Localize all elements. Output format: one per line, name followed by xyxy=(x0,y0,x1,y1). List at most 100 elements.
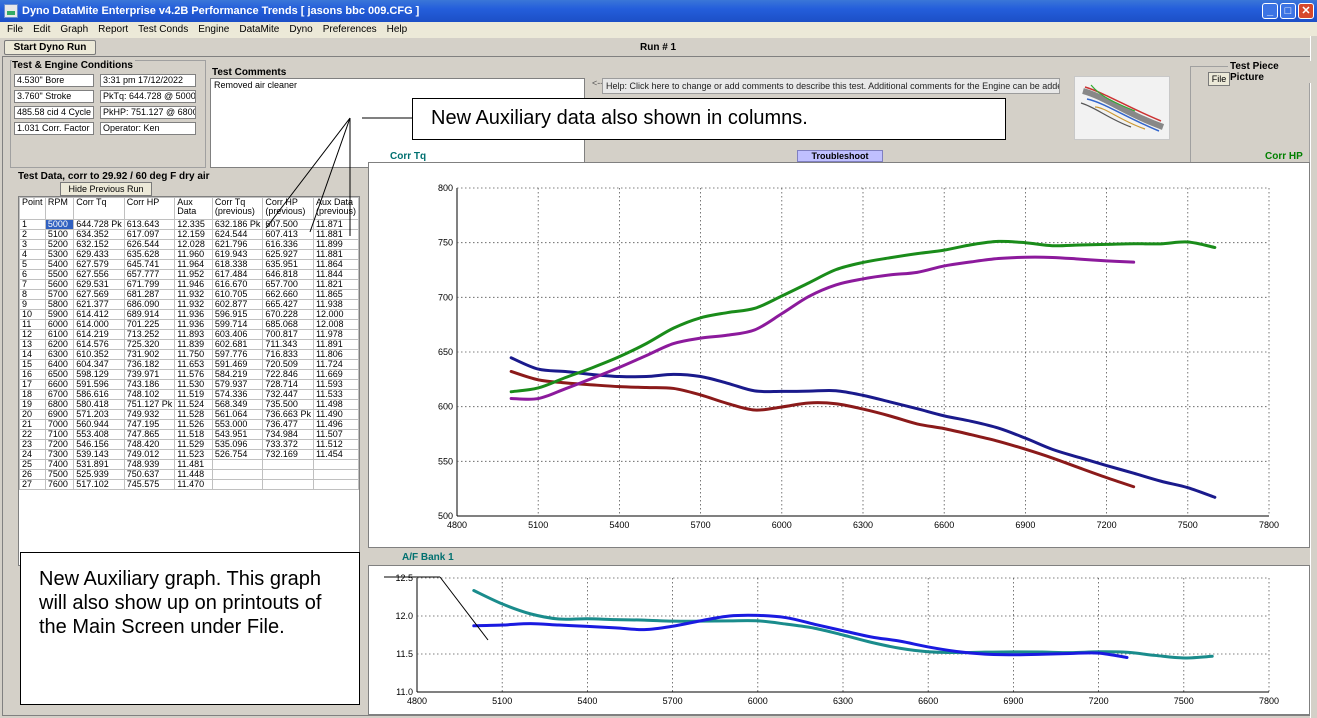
table-row[interactable]: 27 7600 517.102 745.575 11.470 xyxy=(19,479,359,490)
table-cell: 26 xyxy=(19,469,46,480)
table-cell: 11.881 xyxy=(312,249,359,260)
menu-help[interactable]: Help xyxy=(382,22,413,38)
table-row[interactable]: 1 5000 644.728 Pk 613.643 12.335 632.186 Pk 60… xyxy=(19,219,359,230)
table-cell: 584.219 xyxy=(211,369,264,380)
table-cell: 747.865 xyxy=(123,429,176,440)
table-cell: 11.891 xyxy=(312,339,359,350)
table-cell: 713.252 xyxy=(123,329,176,340)
table-row[interactable]: 14 6300 610.352 731.902 11.750 597.776 716.833… xyxy=(19,349,359,360)
table-cell: 11.936 xyxy=(174,319,213,330)
table-cell: 17 xyxy=(19,379,46,390)
table-cell: 6500 xyxy=(44,369,75,380)
table-row[interactable]: 13 6200 614.576 725.320 11.839 602.681 711.343… xyxy=(19,339,359,350)
help-text[interactable]: Help: Click here to change or add commen… xyxy=(602,78,1060,94)
corr-factor-field[interactable]: 1.031 Corr. Factor xyxy=(14,122,94,135)
menu-test-conds[interactable]: Test Conds xyxy=(133,22,193,38)
table-row[interactable]: 20 6900 571.203 749.932 11.528 561.064 736.663… xyxy=(19,409,359,420)
table-cell: 6600 xyxy=(44,379,75,390)
menu-datamite[interactable]: DataMite xyxy=(234,22,284,38)
menu-engine[interactable]: Engine xyxy=(193,22,234,38)
table-cell: 517.102 xyxy=(73,479,125,490)
table-cell: 749.932 xyxy=(123,409,176,420)
close-button[interactable]: ✕ xyxy=(1298,3,1314,19)
table-row[interactable]: 23 7200 546.156 748.420 11.529 535.096 733.372… xyxy=(19,439,359,450)
table-cell: 18 xyxy=(19,389,46,400)
table-row[interactable]: 19 6800 580.418 751.127 Pk 11.524 568.349 735.… xyxy=(19,399,359,410)
table-row[interactable]: 22 7100 553.408 747.865 11.518 543.951 734.984… xyxy=(19,429,359,440)
menu-report[interactable]: Report xyxy=(93,22,133,38)
troubleshoot-button[interactable]: Troubleshoot xyxy=(797,150,883,162)
table-cell: 7500 xyxy=(44,469,75,480)
minimize-button[interactable]: _ xyxy=(1262,3,1278,19)
test-piece-image[interactable] xyxy=(1074,76,1170,140)
menu-graph[interactable]: Graph xyxy=(55,22,93,38)
menu-preferences[interactable]: Preferences xyxy=(318,22,382,38)
table-row[interactable]: 8 5700 627.569 681.287 11.932 610.705 662.660 1… xyxy=(19,289,359,300)
x-tick-label: 6600 xyxy=(934,520,954,530)
table-cell: 7 xyxy=(19,279,46,290)
maximize-button[interactable]: □ xyxy=(1280,3,1296,19)
table-cell: 1 xyxy=(19,219,46,230)
table-cell: 621.796 xyxy=(211,239,264,250)
table-cell: 602.877 xyxy=(211,299,264,310)
operator-field[interactable]: Operator: Ken xyxy=(100,122,196,135)
auxiliary-graph[interactable]: 4800 5100 5400 5700 6000 6300 6600 6900 7200 7500… xyxy=(368,565,1310,715)
start-dyno-run-button[interactable]: Start Dyno Run xyxy=(4,40,96,55)
table-row[interactable]: 24 7300 539.143 749.012 11.523 526.754 732.169… xyxy=(19,449,359,460)
table-row[interactable]: 18 6700 586.616 748.102 11.519 574.336 732.447… xyxy=(19,389,359,400)
table-row[interactable]: 15 6400 604.347 736.182 11.653 591.469 720.509… xyxy=(19,359,359,370)
table-cell xyxy=(211,459,264,470)
table-row[interactable]: 11 6000 614.000 701.225 11.936 599.714 685.068… xyxy=(19,319,359,330)
table-cell: 11.524 xyxy=(174,399,213,410)
test-data-table[interactable]: Point RPM Corr Tq Corr HP Aux Data Corr Tq (p… xyxy=(18,196,360,566)
menu-edit[interactable]: Edit xyxy=(28,22,55,38)
table-row[interactable]: 7 5600 629.531 671.799 11.946 616.670 657.700 1… xyxy=(19,279,359,290)
table-cell: 25 xyxy=(19,459,46,470)
table-cell: 20 xyxy=(19,409,46,420)
table-row[interactable]: 6 5500 627.556 657.777 11.952 617.484 646.818 1… xyxy=(19,269,359,280)
table-cell: 748.420 xyxy=(123,439,176,450)
table-row[interactable]: 5 5400 627.579 645.741 11.964 618.338 635.951 1… xyxy=(19,259,359,270)
table-cell: 614.000 xyxy=(73,319,125,330)
hide-previous-run-button[interactable]: Hide Previous Run xyxy=(60,182,152,196)
table-cell: 607.413 xyxy=(262,229,314,240)
menu-dyno[interactable]: Dyno xyxy=(284,22,317,38)
app-icon[interactable] xyxy=(4,4,18,18)
table-cell: 617.097 xyxy=(123,229,176,240)
table-row[interactable]: 26 7500 525.939 750.637 11.448 xyxy=(19,469,359,480)
table-cell: 617.484 xyxy=(211,269,264,280)
table-cell: 11.938 xyxy=(312,299,359,310)
stroke-field[interactable]: 3.760" Stroke xyxy=(14,90,94,103)
callout-auxiliary-graph: New Auxiliary graph. This graph will als… xyxy=(20,552,360,705)
table-row[interactable]: 9 5800 621.377 686.090 11.932 602.877 665.427 1… xyxy=(19,299,359,310)
table-row[interactable]: 4 5300 629.433 635.628 11.960 619.943 625.927 1… xyxy=(19,249,359,260)
table-row[interactable]: 17 6600 591.596 743.186 11.530 579.937 728.714… xyxy=(19,379,359,390)
x-tick-label: 6600 xyxy=(918,696,938,706)
table-cell: 27 xyxy=(19,479,46,490)
table-cell: 7400 xyxy=(44,459,75,470)
table-cell: 5100 xyxy=(44,229,75,240)
table-cell: 635.951 xyxy=(262,259,314,270)
table-row[interactable]: 2 5100 634.352 617.097 12.159 624.544 607.413 1… xyxy=(19,229,359,240)
table-row[interactable]: 10 5900 614.412 689.914 11.936 596.915 670.228… xyxy=(19,309,359,320)
table-cell: 574.336 xyxy=(211,389,264,400)
picture-file-button[interactable]: File xyxy=(1208,72,1230,86)
y-tick-label: 750 xyxy=(438,238,453,248)
power-torque-graph[interactable]: 4800 5100 5400 5700 6000 6300 6600 6900 7200 7500… xyxy=(368,162,1310,548)
bore-field[interactable]: 4.530" Bore xyxy=(14,74,94,87)
table-cell: 586.616 xyxy=(73,389,125,400)
table-row[interactable]: 21 7000 560.944 747.195 11.526 553.000 736.477… xyxy=(19,419,359,430)
table-row[interactable]: 25 7400 531.891 748.939 11.481 xyxy=(19,459,359,470)
table-cell: 11.839 xyxy=(174,339,213,350)
table-cell: 580.418 xyxy=(73,399,125,410)
table-cell: 6300 xyxy=(44,349,75,360)
table-cell: 553.408 xyxy=(73,429,125,440)
series-line xyxy=(509,255,1136,401)
table-row[interactable]: 3 5200 632.152 626.544 12.028 621.796 616.336 1… xyxy=(19,239,359,250)
cid-field[interactable]: 485.58 cid 4 Cycle xyxy=(14,106,94,119)
table-cell: 11.899 xyxy=(312,239,359,250)
table-row[interactable]: 16 6500 598.129 739.971 11.576 584.219 722.846… xyxy=(19,369,359,380)
table-cell: 11.454 xyxy=(312,449,359,460)
menu-file[interactable]: File xyxy=(2,22,28,38)
table-row[interactable]: 12 6100 614.219 713.252 11.893 603.406 700.817… xyxy=(19,329,359,340)
